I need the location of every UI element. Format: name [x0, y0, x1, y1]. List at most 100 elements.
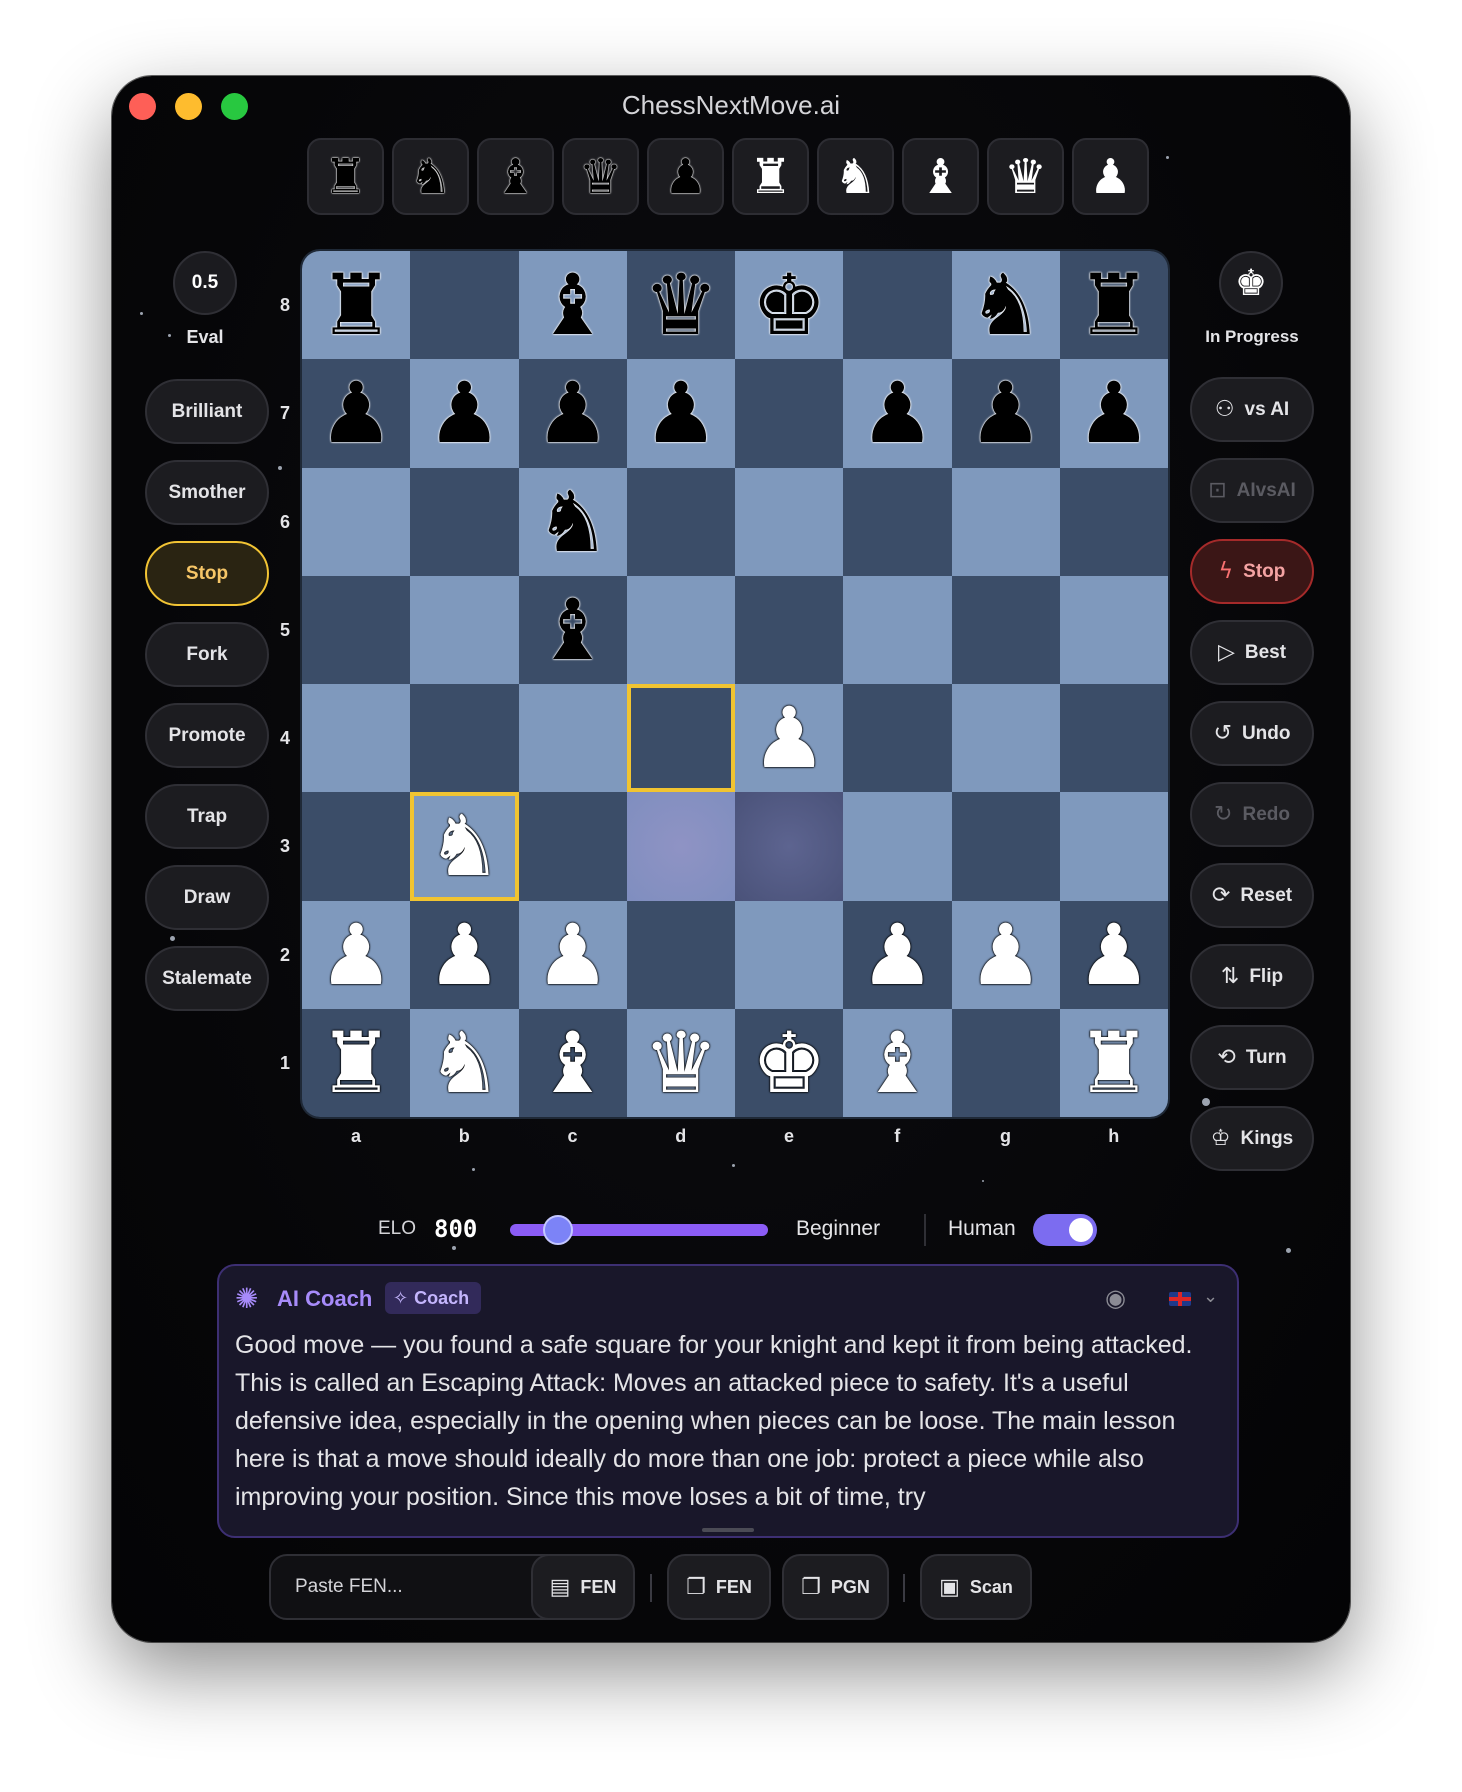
square-c4[interactable]	[518, 684, 627, 793]
square-a3[interactable]	[302, 792, 411, 901]
square-g2[interactable]: ♟	[951, 900, 1060, 1009]
square-g6[interactable]	[951, 467, 1060, 576]
square-c6[interactable]: ♞	[518, 467, 627, 576]
white-queen-icon[interactable]: ♛	[643, 1021, 718, 1105]
chevron-down-icon[interactable]: ⌄	[1203, 1286, 1218, 1307]
stop-button[interactable]: ϟ Stop	[1190, 539, 1314, 604]
square-b3[interactable]: ♞	[410, 792, 519, 901]
black-pawn-icon[interactable]: ♟	[1076, 371, 1151, 455]
palette-button-black-pawn[interactable]: ♟	[647, 138, 724, 215]
square-g3[interactable]	[951, 792, 1060, 901]
tactic-button-trap[interactable]: Trap	[145, 784, 269, 849]
square-e8[interactable]: ♚	[735, 251, 844, 360]
square-h4[interactable]	[1059, 684, 1168, 793]
tactic-button-fork[interactable]: Fork	[145, 622, 269, 687]
tactic-button-stop[interactable]: Stop	[145, 541, 269, 606]
palette-button-white-knight[interactable]: ♞	[817, 138, 894, 215]
square-b8[interactable]	[410, 251, 519, 360]
square-h2[interactable]: ♟	[1059, 900, 1168, 1009]
black-pawn-icon[interactable]: ♟	[860, 371, 935, 455]
square-b5[interactable]	[410, 575, 519, 684]
square-f8[interactable]	[843, 251, 952, 360]
square-a4[interactable]	[302, 684, 411, 793]
redo-button[interactable]: ↻ Redo	[1190, 782, 1314, 847]
square-d5[interactable]	[626, 575, 735, 684]
square-g5[interactable]	[951, 575, 1060, 684]
white-rook-icon[interactable]: ♜	[1076, 1021, 1151, 1105]
square-b4[interactable]	[410, 684, 519, 793]
palette-button-white-bishop[interactable]: ♝	[902, 138, 979, 215]
eye-icon[interactable]: ◉	[1105, 1284, 1126, 1312]
square-a2[interactable]: ♟	[302, 900, 411, 1009]
reset-button[interactable]: ⟳ Reset	[1190, 863, 1314, 928]
palette-button-white-rook[interactable]: ♜	[732, 138, 809, 215]
black-pawn-icon[interactable]: ♟	[968, 371, 1043, 455]
aivsai-button[interactable]: ⊡ AIvsAI	[1190, 458, 1314, 523]
square-c7[interactable]: ♟	[518, 359, 627, 468]
black-bishop-icon[interactable]: ♝	[535, 588, 610, 672]
black-knight-icon[interactable]: ♞	[968, 263, 1043, 347]
black-pawn-icon[interactable]: ♟	[643, 371, 718, 455]
palette-button-black-knight[interactable]: ♞	[392, 138, 469, 215]
square-c5[interactable]: ♝	[518, 575, 627, 684]
white-pawn-icon[interactable]: ♟	[860, 913, 935, 997]
square-h5[interactable]	[1059, 575, 1168, 684]
white-bishop-icon[interactable]: ♝	[535, 1021, 610, 1105]
square-a8[interactable]: ♜	[302, 251, 411, 360]
square-f7[interactable]: ♟	[843, 359, 952, 468]
vs-ai-button[interactable]: ⚇ vs AI	[1190, 377, 1314, 442]
square-d8[interactable]: ♛	[626, 251, 735, 360]
square-h1[interactable]: ♜	[1059, 1008, 1168, 1117]
square-d3[interactable]	[626, 792, 735, 901]
square-e3[interactable]	[735, 792, 844, 901]
black-king-icon[interactable]: ♚	[751, 263, 826, 347]
white-pawn-icon[interactable]: ♟	[1076, 913, 1151, 997]
white-pawn-icon[interactable]: ♟	[968, 913, 1043, 997]
elo-slider-thumb[interactable]	[542, 1215, 573, 1245]
square-c2[interactable]: ♟	[518, 900, 627, 1009]
square-d7[interactable]: ♟	[626, 359, 735, 468]
palette-button-black-rook[interactable]: ♜	[307, 138, 384, 215]
elo-slider[interactable]	[510, 1215, 768, 1245]
copy-fen-button[interactable]: ❐ FEN	[667, 1554, 771, 1620]
black-rook-icon[interactable]: ♜	[318, 263, 393, 347]
white-bishop-icon[interactable]: ♝	[860, 1021, 935, 1105]
tactic-button-promote[interactable]: Promote	[145, 703, 269, 768]
square-h7[interactable]: ♟	[1059, 359, 1168, 468]
white-pawn-icon[interactable]: ♟	[427, 913, 502, 997]
square-h3[interactable]	[1059, 792, 1168, 901]
square-a1[interactable]: ♜	[302, 1008, 411, 1117]
best-button[interactable]: ▷ Best	[1190, 620, 1314, 685]
square-f2[interactable]: ♟	[843, 900, 952, 1009]
undo-button[interactable]: ↺ Undo	[1190, 701, 1314, 766]
white-pawn-icon[interactable]: ♟	[751, 696, 826, 780]
white-knight-icon[interactable]: ♞	[427, 804, 502, 888]
resize-handle[interactable]	[702, 1528, 754, 1532]
square-h8[interactable]: ♜	[1059, 251, 1168, 360]
uk-flag-icon[interactable]	[1169, 1292, 1191, 1306]
white-pawn-icon[interactable]: ♟	[535, 913, 610, 997]
white-pawn-icon[interactable]: ♟	[318, 913, 393, 997]
square-e5[interactable]	[735, 575, 844, 684]
copy-pgn-button[interactable]: ❐ PGN	[782, 1554, 889, 1620]
palette-button-black-queen[interactable]: ♛	[562, 138, 639, 215]
coach-badge[interactable]: ✧ Coach	[385, 1282, 482, 1314]
scan-button[interactable]: ▣ Scan	[920, 1554, 1032, 1620]
kings-button[interactable]: ♔ Kings	[1190, 1106, 1314, 1171]
square-a6[interactable]	[302, 467, 411, 576]
tactic-button-smother[interactable]: Smother	[145, 460, 269, 525]
square-g4[interactable]	[951, 684, 1060, 793]
square-b2[interactable]: ♟	[410, 900, 519, 1009]
black-rook-icon[interactable]: ♜	[1076, 263, 1151, 347]
square-h6[interactable]	[1059, 467, 1168, 576]
tactic-button-draw[interactable]: Draw	[145, 865, 269, 930]
square-d1[interactable]: ♛	[626, 1008, 735, 1117]
square-d6[interactable]	[626, 467, 735, 576]
square-c1[interactable]: ♝	[518, 1008, 627, 1117]
square-e2[interactable]	[735, 900, 844, 1009]
square-f1[interactable]: ♝	[843, 1008, 952, 1117]
tactic-button-brilliant[interactable]: Brilliant	[145, 379, 269, 444]
square-f6[interactable]	[843, 467, 952, 576]
black-pawn-icon[interactable]: ♟	[535, 371, 610, 455]
square-b1[interactable]: ♞	[410, 1008, 519, 1117]
